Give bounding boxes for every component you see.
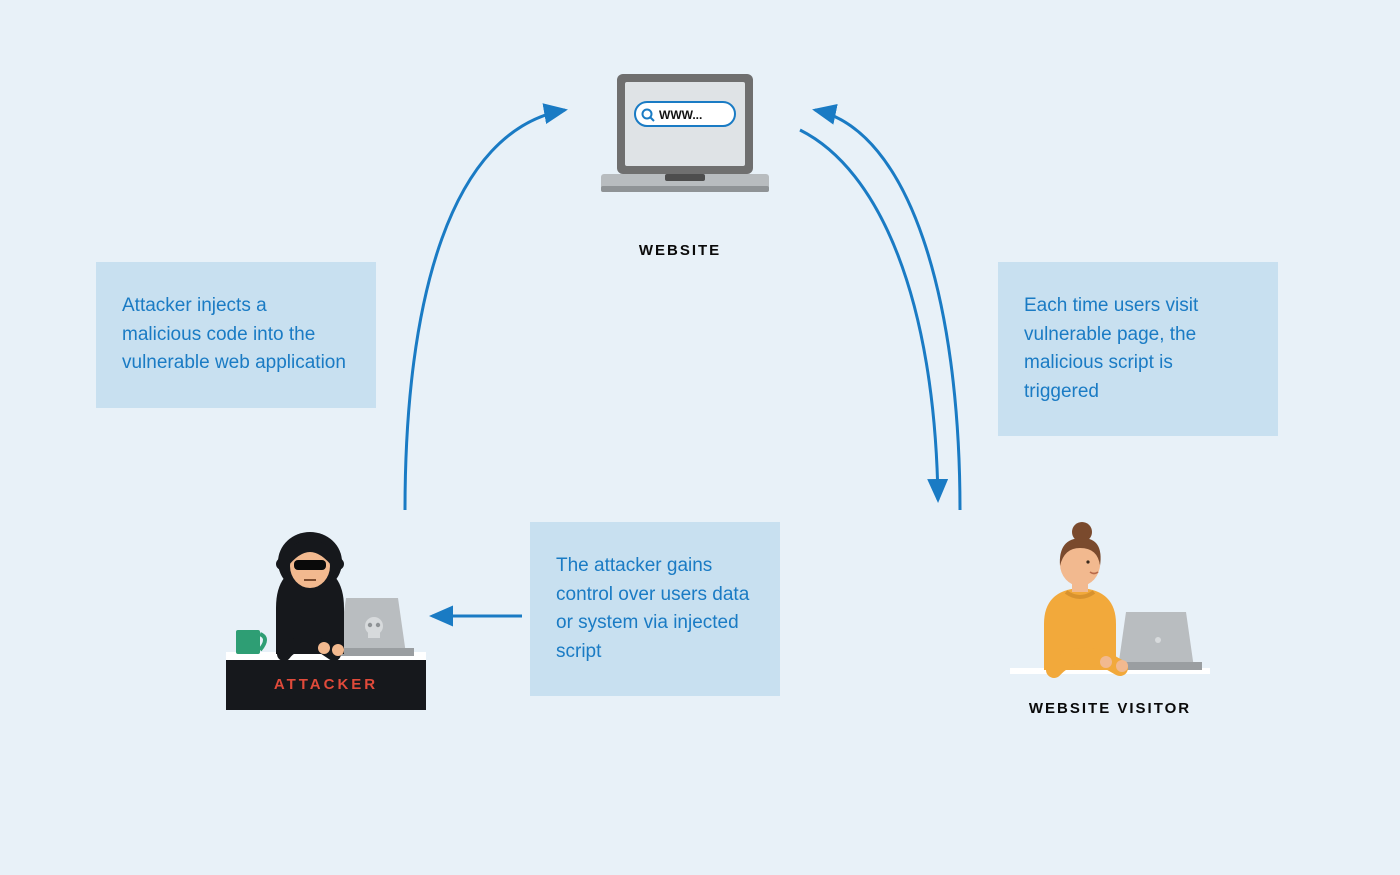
laptop-icon: WWW... — [595, 68, 775, 218]
arrow-website-to-visitor — [800, 130, 938, 500]
visitor-illustration — [1010, 520, 1210, 690]
step-control-box: The attacker gains control over users da… — [530, 522, 780, 696]
url-text: WWW... — [659, 108, 702, 122]
website-node: WWW... — [595, 68, 775, 223]
website-label: WEBSITE — [570, 242, 790, 259]
arrow-attacker-to-website — [405, 110, 565, 510]
attacker-label: ATTACKER — [226, 676, 426, 693]
xss-diagram: WWW... WEBSITE Attacker injects a malici… — [0, 0, 1400, 875]
step-inject-box: Attacker injects a malicious code into t… — [96, 262, 376, 408]
arrow-visitor-to-website — [815, 110, 960, 510]
visitor-label: WEBSITE VISITOR — [1000, 700, 1220, 717]
visitor-node — [1010, 520, 1210, 695]
step-trigger-box: Each time users visit vulnerable page, t… — [998, 262, 1278, 436]
attacker-node: ATTACKER — [226, 508, 426, 723]
